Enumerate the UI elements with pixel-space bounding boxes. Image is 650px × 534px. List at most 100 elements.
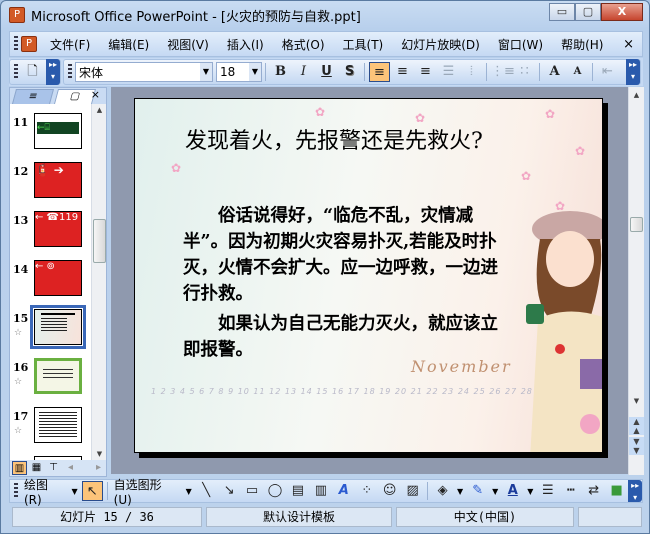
align-right-icon[interactable]: ≡ <box>415 62 436 82</box>
toolbar-grip[interactable] <box>14 36 18 52</box>
underline-button[interactable]: U <box>316 62 337 82</box>
oval-icon[interactable]: ◯ <box>265 481 286 501</box>
close-button[interactable]: X <box>601 3 643 21</box>
decrease-font-button[interactable]: A <box>567 62 588 82</box>
decrease-indent-icon[interactable]: ⇤ <box>597 62 618 82</box>
slide-number: 17 <box>13 410 29 423</box>
document-icon[interactable]: P <box>21 36 37 52</box>
minimize-button[interactable]: ▭ <box>549 3 575 21</box>
slide-scrollbar[interactable]: ▲ ▼ ▲ ▲ ▼ ▼ <box>628 87 644 475</box>
chevron-down-icon[interactable]: ▼ <box>186 487 192 496</box>
shadow-button[interactable]: S <box>339 62 360 82</box>
toolbar-options-button[interactable]: ▸▸ ▾ <box>46 59 60 85</box>
menu-view[interactable]: 视图(V) <box>158 36 218 53</box>
select-pointer-icon[interactable]: ↖ <box>81 481 103 501</box>
slideshow-view-button[interactable]: ⊤ <box>46 461 61 475</box>
draw-menu-button[interactable]: 绘图(R) <box>24 476 66 507</box>
month-label: November <box>411 357 512 376</box>
tab-slides[interactable]: ▢ <box>53 89 97 104</box>
menu-window[interactable]: 窗口(W) <box>489 36 552 53</box>
distribute-icon[interactable]: ☰ <box>438 62 459 82</box>
slide-thumbnail-17[interactable]: 17 ☆ <box>10 404 92 448</box>
next-slide-button[interactable]: ▼ ▼ <box>629 437 644 455</box>
scroll-down-icon[interactable]: ▼ <box>629 397 644 405</box>
slide-sorter-view-button[interactable]: ▦ <box>29 461 44 475</box>
thumbnail-scrollbar[interactable]: ▲ ▼ <box>91 104 106 460</box>
status-bar: 幻灯片 15 / 36 默认设计模板 中文(中国) <box>9 505 643 529</box>
align-left-icon[interactable]: ≡ <box>369 62 390 82</box>
scrollbar-thumb[interactable] <box>93 219 106 263</box>
scrollbar-thumb[interactable] <box>630 217 643 232</box>
slide-editing-area: ✿ ✿ ✿ ✿ ✿ ✿ ✿ 发现着火，先报警还是先救火? 俗话说得好，“临危不乱… <box>111 87 628 474</box>
tab-outline[interactable]: ≡ <box>11 89 55 104</box>
text-direction-icon[interactable]: ⦙ <box>461 62 482 82</box>
slide-thumbnail-13[interactable]: 13 ← ☎119 <box>10 208 92 252</box>
chevron-down-icon[interactable]: ▼ <box>457 487 463 496</box>
picture-icon[interactable]: ▨ <box>402 481 423 501</box>
line-style-icon[interactable]: ☰ <box>537 481 558 501</box>
slide-number: 14 <box>13 263 29 276</box>
arrow-icon[interactable]: ↘ <box>219 481 240 501</box>
arrow-style-icon[interactable]: ⇄ <box>583 481 604 501</box>
menu-tools[interactable]: 工具(T) <box>334 36 393 53</box>
chevron-down-icon[interactable]: ▼ <box>527 487 533 496</box>
toolbar-options-button[interactable]: ▸▸ ▾ <box>626 59 640 85</box>
slide-canvas[interactable]: ✿ ✿ ✿ ✿ ✿ ✿ ✿ 发现着火，先报警还是先救火? 俗话说得好，“临危不乱… <box>134 98 603 453</box>
clipart-icon[interactable]: ☺ <box>379 481 400 501</box>
close-document-button[interactable]: × <box>623 37 634 52</box>
bullets-icon[interactable]: ∷ <box>514 62 535 82</box>
numbering-icon[interactable]: ⋮≡ <box>491 62 515 82</box>
bold-button[interactable]: B <box>270 62 291 82</box>
toolbar-grip <box>14 483 18 499</box>
slide-thumbnail-12[interactable]: 12 🧯 ➔ <box>10 159 92 203</box>
slide-thumbnail-16[interactable]: 16 ☆ <box>10 355 92 399</box>
slide-thumbnail-14[interactable]: 14 ← ⊚ <box>10 257 92 301</box>
increase-font-button[interactable]: A <box>544 62 565 82</box>
italic-button[interactable]: I <box>293 62 314 82</box>
menu-format[interactable]: 格式(O) <box>273 36 334 53</box>
vertical-textbox-icon[interactable]: ▥ <box>310 481 331 501</box>
toolbar-options-button[interactable]: ▸▸ ▾ <box>628 480 643 502</box>
powerpoint-app-icon[interactable]: P <box>9 7 25 23</box>
menu-file[interactable]: 文件(F) <box>41 36 99 53</box>
toolbar-grip <box>14 64 18 80</box>
previous-slide-button[interactable]: ▲ ▲ <box>629 417 644 435</box>
chevron-down-icon[interactable]: ▼ <box>249 63 261 81</box>
new-document-icon[interactable]: 🗋 <box>22 62 43 82</box>
align-center-icon[interactable]: ≡ <box>392 62 413 82</box>
fill-color-icon[interactable]: ◈ <box>432 481 453 501</box>
rectangle-icon[interactable]: ▭ <box>242 481 263 501</box>
diagram-icon[interactable]: ⁘ <box>356 481 377 501</box>
scroll-down-icon[interactable]: ▼ <box>92 450 107 458</box>
close-pane-button[interactable]: × <box>91 88 100 101</box>
line-color-icon[interactable]: ✎ <box>467 481 488 501</box>
menu-edit[interactable]: 编辑(E) <box>99 36 158 53</box>
slide-thumbnail-11[interactable]: 11 ←⌸ <box>10 110 92 154</box>
textbox-icon[interactable]: ▤ <box>287 481 308 501</box>
scroll-up-icon[interactable]: ▲ <box>629 91 644 99</box>
menu-help[interactable]: 帮助(H) <box>552 36 612 53</box>
menu-slideshow[interactable]: 幻灯片放映(D) <box>392 36 489 53</box>
font-name-combo[interactable]: 宋体 ▼ <box>75 62 213 82</box>
scroll-right-icon[interactable]: ▸ <box>91 461 106 475</box>
scroll-left-icon[interactable]: ◂ <box>63 461 78 475</box>
autoshapes-menu-button[interactable]: 自选图形(U) <box>114 476 180 507</box>
petal-decoration: ✿ <box>315 105 326 119</box>
scroll-up-icon[interactable]: ▲ <box>92 106 107 114</box>
toolbar-grip <box>68 64 72 80</box>
dash-style-icon[interactable]: ┅ <box>560 481 581 501</box>
chevron-down-icon[interactable]: ▼ <box>200 63 212 81</box>
wordart-icon[interactable]: A <box>333 481 354 501</box>
font-size-combo[interactable]: 18 ▼ <box>216 62 262 82</box>
slide-thumbnail-18[interactable] <box>10 453 92 460</box>
font-color-icon[interactable]: A <box>502 481 523 501</box>
restore-button[interactable]: ▢ <box>575 3 601 21</box>
chevron-down-icon[interactable]: ▼ <box>72 487 78 496</box>
menu-insert[interactable]: 插入(I) <box>218 36 273 53</box>
normal-view-button[interactable]: ▥ <box>12 461 27 475</box>
slide-thumbnail-15[interactable]: 15 ☆ <box>10 305 92 350</box>
shadow-style-icon[interactable]: ■ <box>606 481 627 501</box>
animation-star-icon: ☆ <box>14 377 23 387</box>
chevron-down-icon[interactable]: ▼ <box>492 487 498 496</box>
line-icon[interactable]: ╲ <box>196 481 217 501</box>
